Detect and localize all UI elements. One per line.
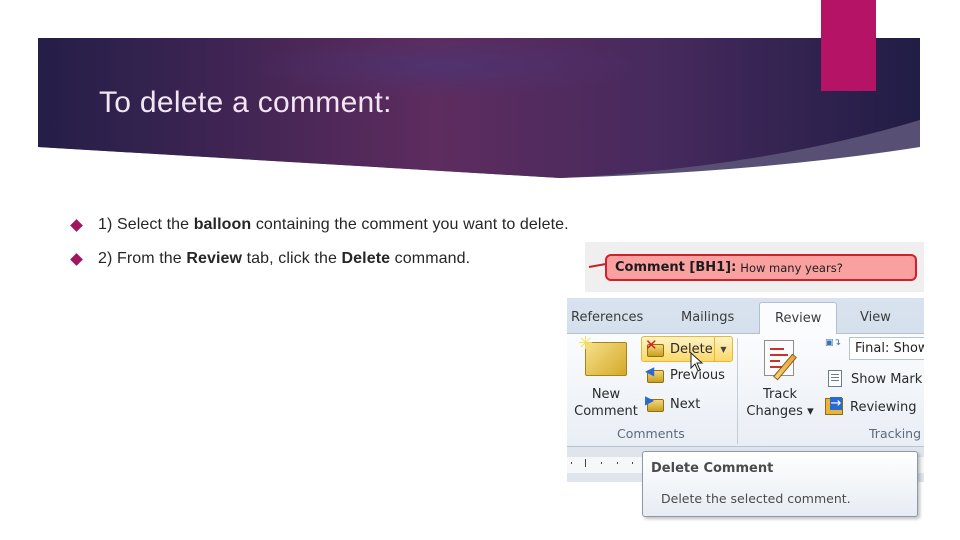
comment-balloon[interactable]: Comment [BH1]: How many years? xyxy=(605,254,917,281)
new-comment-icon: ✳ xyxy=(578,333,627,376)
bullet-text: 1) Select the balloon containing the com… xyxy=(98,216,569,234)
comments-group-label: Comments xyxy=(617,426,685,441)
label-line: New xyxy=(591,387,621,402)
diamond-bullet-icon xyxy=(70,218,83,232)
show-markup-icon xyxy=(826,370,844,388)
next-comment-button[interactable]: ▶ Next xyxy=(645,394,701,413)
text-run: 2) From the xyxy=(98,250,187,267)
tracking-group-label: Tracking xyxy=(869,426,922,441)
bold-text-run: Review xyxy=(186,250,243,267)
tooltip-body: Delete the selected comment. xyxy=(661,491,851,506)
ruler-tick xyxy=(585,459,586,467)
tab-mailings[interactable]: Mailings xyxy=(681,302,734,332)
comment-screenshot: Comment [BH1]: How many years? xyxy=(585,242,924,292)
display-for-review-select[interactable]: Final: Show xyxy=(849,337,924,360)
diamond-bullet-icon xyxy=(70,252,83,266)
ruler-tick xyxy=(571,462,572,464)
label-line: Changes ▾ xyxy=(746,404,814,419)
text-run: 1) Select the xyxy=(98,216,194,233)
text-run: containing the comment you want to delet… xyxy=(251,216,569,233)
tooltip-title: Delete Comment xyxy=(651,461,774,476)
delete-comment-icon: ✕ xyxy=(645,338,665,358)
bullet-text: 2) From the Review tab, click the Delete… xyxy=(98,250,470,268)
next-label: Next xyxy=(670,396,701,412)
bullet-item: 2) From the Review tab, click the Delete… xyxy=(68,242,569,276)
tab-view[interactable]: View xyxy=(860,302,891,332)
track-changes-label: Track Changes ▾ xyxy=(739,386,821,420)
delete-comment-button[interactable]: ✕ Delete ▼ xyxy=(641,336,733,362)
ruler-tick xyxy=(617,462,618,464)
text-run: command. xyxy=(390,250,471,267)
tab-review[interactable]: Review xyxy=(759,302,838,334)
chevron-down-icon[interactable]: ▼ xyxy=(714,337,732,361)
bullet-item: 1) Select the balloon containing the com… xyxy=(68,208,569,242)
reviewing-pane-icon xyxy=(825,397,843,416)
reviewing-pane-button[interactable]: Reviewing xyxy=(825,397,917,416)
accent-bar xyxy=(821,0,876,91)
delete-comment-tooltip: Delete Comment Delete the selected comme… xyxy=(642,451,918,517)
tab-references[interactable]: References xyxy=(571,302,643,332)
previous-comment-icon: ◀ xyxy=(645,365,665,384)
previous-comment-button[interactable]: ◀ Previous xyxy=(645,365,725,384)
ribbon-screenshot: References Mailings Review View ✳ New Co… xyxy=(567,298,924,446)
mouse-cursor-icon xyxy=(690,352,704,372)
text-run: tab, click the xyxy=(242,250,342,267)
reviewing-pane-label: Reviewing xyxy=(850,399,917,415)
bullet-list: 1) Select the balloon containing the com… xyxy=(68,208,569,276)
label-line: Track xyxy=(762,387,798,402)
show-markup-button[interactable]: Show Mark xyxy=(826,370,922,388)
display-for-review-control[interactable]: ▣↴ xyxy=(825,338,850,356)
compare-icon: ▣↴ xyxy=(825,338,842,348)
ribbon-body: ✳ New Comment ✕ Delete ▼ ◀ Previous ▶ Ne… xyxy=(567,333,924,446)
bold-text-run: balloon xyxy=(193,216,252,233)
ruler-tick xyxy=(601,462,602,464)
slide-title: To delete a comment: xyxy=(99,86,392,119)
group-separator xyxy=(737,338,738,444)
new-comment-label: New Comment xyxy=(567,386,645,420)
show-markup-label: Show Mark xyxy=(851,371,923,387)
comment-text: How many years? xyxy=(740,260,843,275)
label-line: Comment xyxy=(574,404,638,419)
bold-text-run: Delete xyxy=(341,250,391,267)
ruler-tick xyxy=(632,462,633,464)
comment-label: Comment [BH1]: xyxy=(615,260,737,275)
title-banner: To delete a comment: xyxy=(0,0,960,190)
next-comment-icon: ▶ xyxy=(645,394,665,413)
